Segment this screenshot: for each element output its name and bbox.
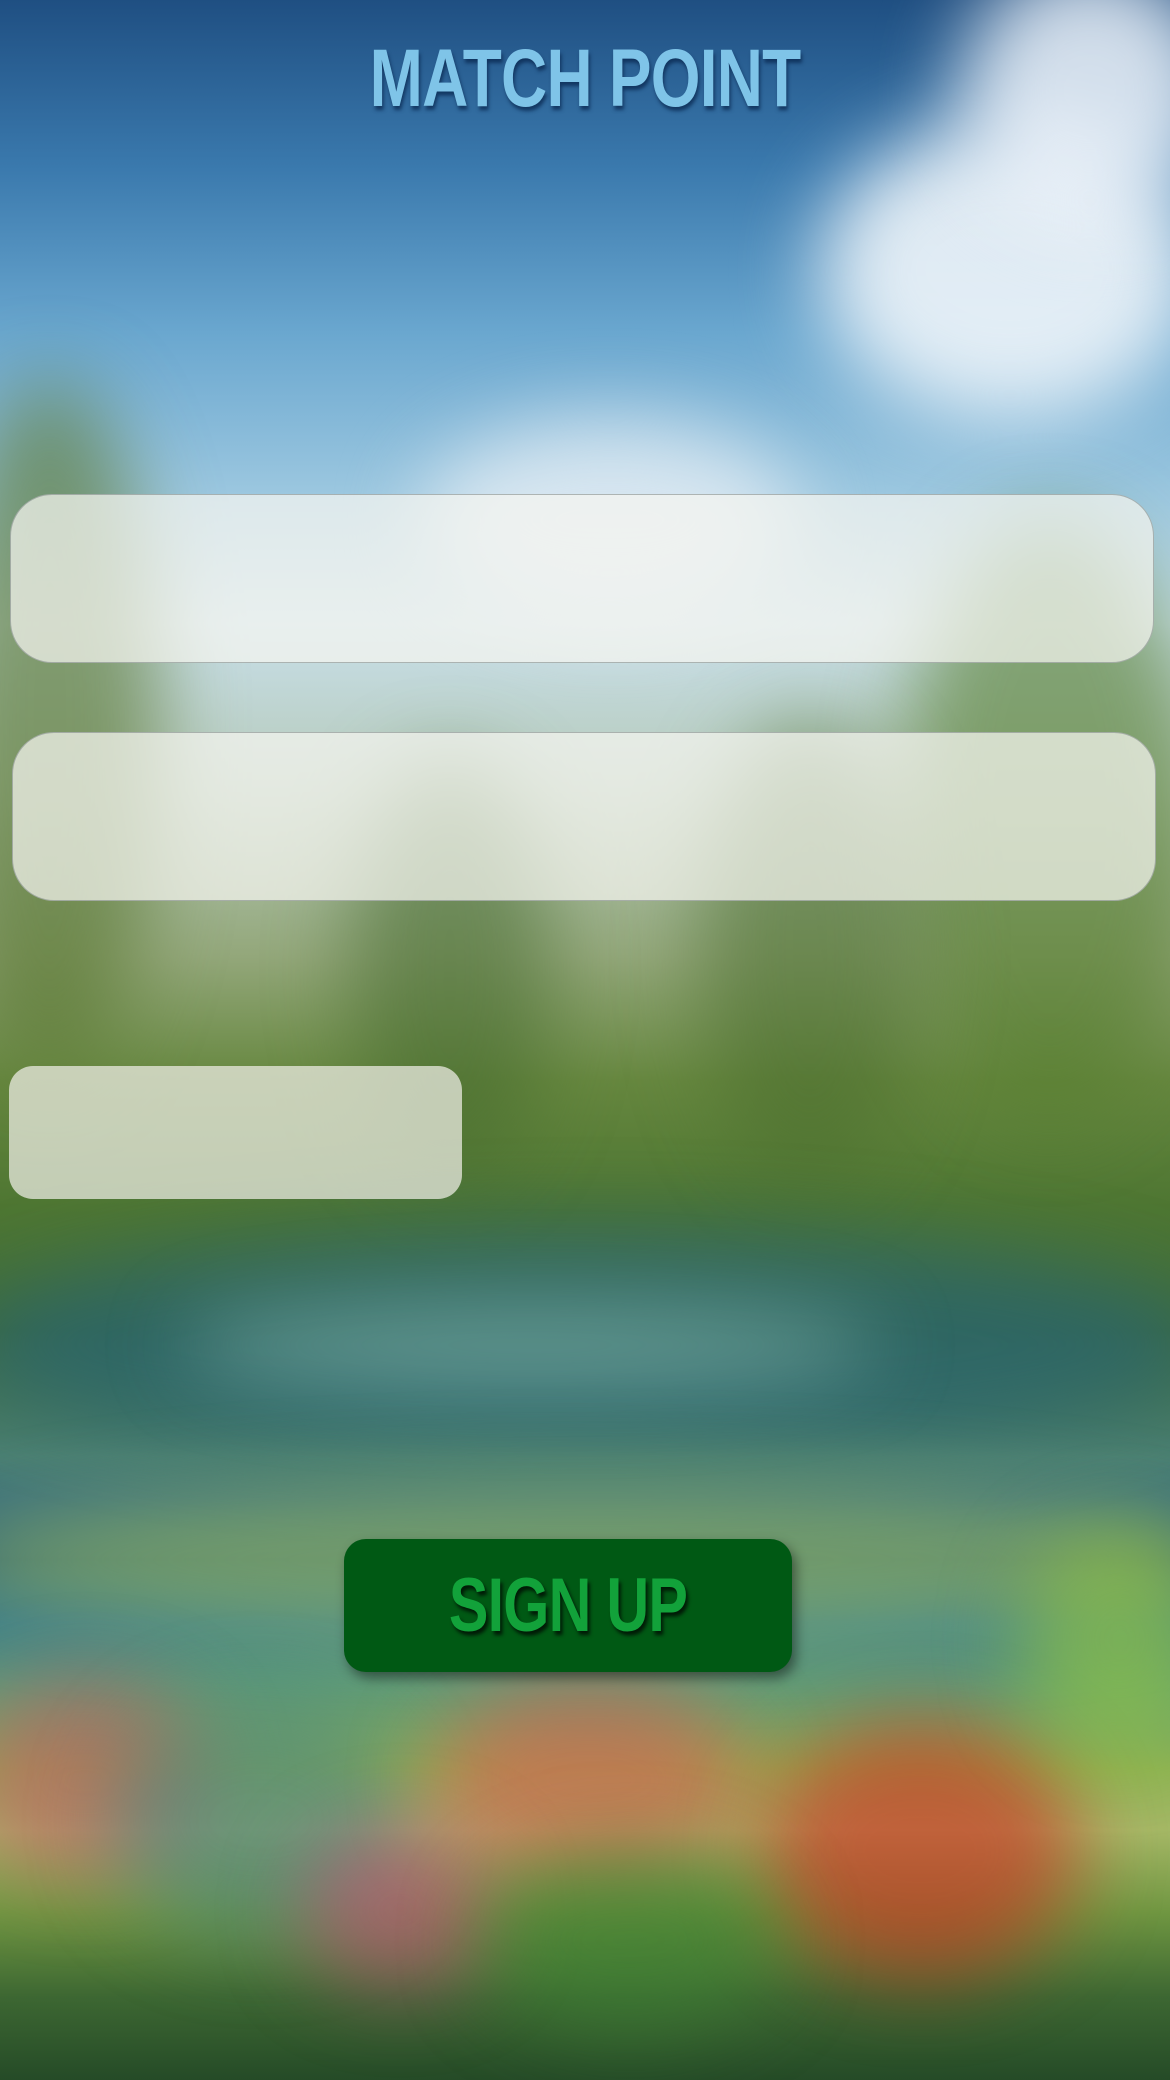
form-field-2[interactable] [12, 732, 1156, 901]
sign-up-button[interactable]: SIGN UP [344, 1539, 792, 1672]
form-field-3[interactable] [9, 1066, 462, 1199]
sign-up-button-label: SIGN UP [448, 1563, 688, 1648]
app-title: MATCH POINT [369, 33, 802, 124]
background-image [0, 0, 1170, 2080]
form-field-1[interactable] [10, 494, 1154, 663]
